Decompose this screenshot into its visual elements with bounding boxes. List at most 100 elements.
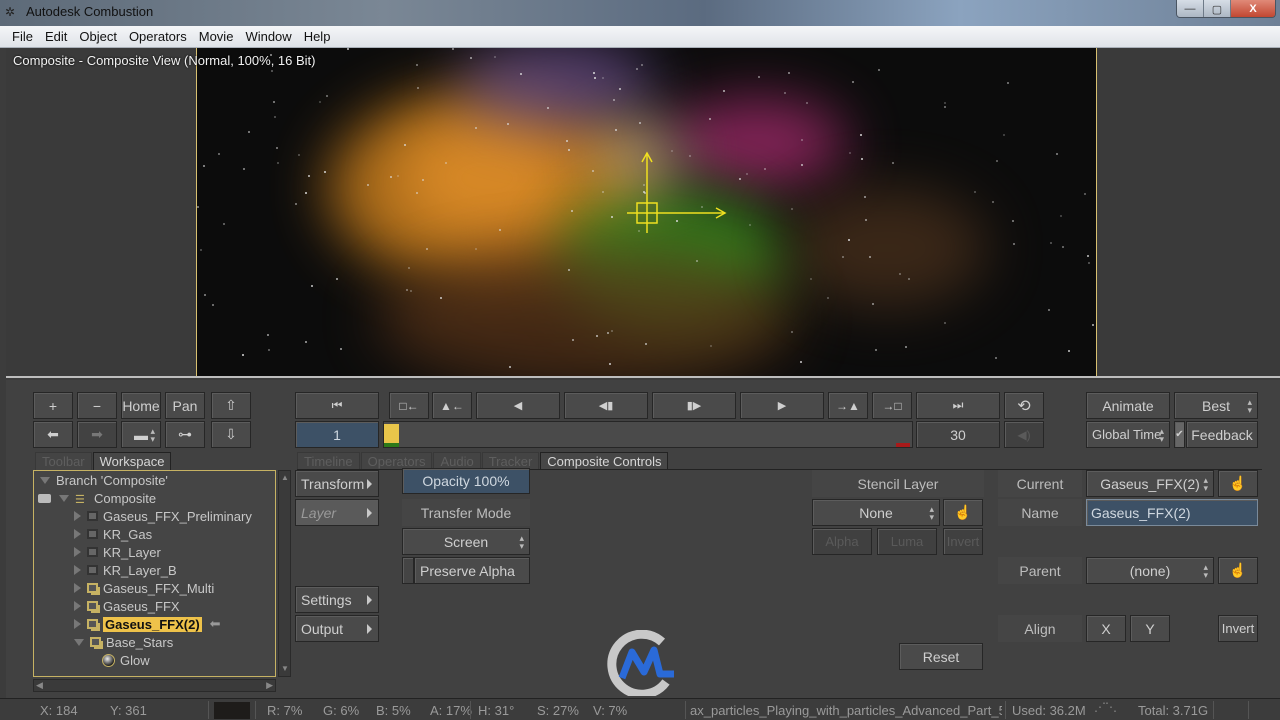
play-backward-button[interactable]: ◀ (476, 392, 560, 419)
go-to-start-button[interactable]: ⏮ (295, 392, 379, 419)
current-layer-dropdown[interactable]: Gaseus_FFX(2) ▴ ▾ (1086, 470, 1214, 497)
feedback-button[interactable]: Feedback (1186, 421, 1258, 448)
prev-keyframe-button[interactable]: ▲← (432, 392, 472, 419)
scroll-up-icon[interactable]: ▲ (281, 473, 289, 482)
tree-row-glow[interactable]: Glow (102, 651, 150, 669)
category-settings[interactable]: Settings (295, 586, 379, 613)
menu-file[interactable]: File (6, 26, 39, 47)
luma-button[interactable]: Luma (877, 528, 937, 555)
go-to-end-button[interactable]: ⏭ (916, 392, 1000, 419)
align-y-button[interactable]: Y (1130, 615, 1170, 642)
loop-button[interactable]: ⟲ (1004, 392, 1044, 419)
alpha-button[interactable]: Alpha (812, 528, 872, 555)
parent-dropdown[interactable]: (none) ▴ ▾ (1086, 557, 1214, 584)
expand-icon[interactable] (40, 476, 50, 484)
menu-help[interactable]: Help (298, 26, 337, 47)
playhead[interactable] (384, 424, 399, 443)
parent-pick-button[interactable]: ☝ (1218, 557, 1258, 584)
back-button[interactable]: ⬅ (33, 421, 73, 448)
stencil-invert-button[interactable]: Invert (943, 528, 983, 555)
home-button[interactable]: Home (121, 392, 161, 419)
quality-dropdown[interactable]: Best ▴ ▾ (1174, 392, 1258, 419)
tab-toolbar[interactable]: Toolbar (35, 452, 92, 470)
expand-icon[interactable] (74, 529, 81, 539)
minimize-button[interactable]: — (1177, 0, 1204, 17)
category-layer[interactable]: Layer (295, 499, 379, 526)
next-keyframe-out-button[interactable]: →□ (872, 392, 912, 419)
close-button[interactable]: X (1231, 0, 1275, 17)
pan-button[interactable]: Pan (165, 392, 205, 419)
layer-name-input[interactable]: Gaseus_FFX(2) (1086, 499, 1258, 526)
expand-icon[interactable] (74, 547, 81, 557)
preserve-alpha-button[interactable]: Preserve Alpha (414, 557, 530, 584)
transform-gizmo[interactable] (617, 148, 727, 238)
transfer-mode-dropdown[interactable]: Screen ▴ ▾ (402, 528, 530, 555)
tab-composite-controls[interactable]: Composite Controls (540, 452, 669, 470)
scroll-right-icon[interactable]: ▶ (266, 680, 273, 691)
expand-icon[interactable] (74, 511, 81, 521)
current-frame-field[interactable]: 1 (295, 421, 379, 448)
schematic-button[interactable]: ⊶ (165, 421, 205, 448)
preserve-alpha-checkbox[interactable] (402, 557, 414, 584)
animate-button[interactable]: Animate (1086, 392, 1170, 419)
tree-row-selected[interactable]: Gaseus_FFX(2) ⬅ (74, 615, 221, 633)
step-back-button[interactable]: ◀▮ (564, 392, 648, 419)
menu-bar: File Edit Object Operators Movie Window … (0, 26, 1280, 48)
scroll-left-icon[interactable]: ◀ (36, 680, 43, 691)
current-pick-button[interactable]: ☝ (1218, 470, 1258, 497)
expand-icon[interactable] (74, 601, 81, 611)
audio-button[interactable]: ◀) (1004, 421, 1044, 448)
scroll-down-icon[interactable]: ▼ (281, 664, 289, 673)
tree-row[interactable]: KR_Gas (74, 525, 152, 543)
zoom-in-button[interactable]: + (33, 392, 73, 419)
time-mode-dropdown[interactable]: Global Time ▴ ▾ (1086, 421, 1170, 448)
tree-row[interactable]: KR_Layer_B (74, 561, 177, 579)
menu-movie[interactable]: Movie (193, 26, 240, 47)
expand-icon[interactable] (74, 565, 81, 575)
align-x-button[interactable]: X (1086, 615, 1126, 642)
down-button[interactable]: ⇩ (211, 421, 251, 448)
expand-icon[interactable] (59, 494, 69, 502)
tree-row[interactable]: KR_Layer (74, 543, 161, 561)
expand-icon[interactable] (74, 583, 81, 593)
tree-vertical-scrollbar[interactable]: ▲ ▼ (278, 470, 291, 677)
tree-row[interactable]: Gaseus_FFX_Preliminary (74, 507, 252, 525)
tree-row[interactable]: Base_Stars (74, 633, 173, 651)
step-forward-button[interactable]: ▮▶ (652, 392, 736, 419)
maximize-button[interactable]: ▢ (1204, 0, 1231, 17)
menu-object[interactable]: Object (73, 26, 123, 47)
menu-edit[interactable]: Edit (39, 26, 73, 47)
tree-branch-row[interactable]: Branch 'Composite' (40, 471, 168, 489)
category-transform[interactable]: Transform (295, 470, 379, 497)
opacity-slider[interactable]: Opacity 100% (402, 468, 530, 494)
menu-window[interactable]: Window (239, 26, 297, 47)
tree-row[interactable]: Gaseus_FFX_Multi (74, 579, 214, 597)
menu-operators[interactable]: Operators (123, 26, 193, 47)
viewer-canvas[interactable] (196, 48, 1097, 376)
expand-icon[interactable] (74, 638, 84, 646)
play-icon: ▶ (777, 400, 787, 412)
tree-row-composite[interactable]: ☰ Composite (38, 489, 156, 507)
align-invert-button[interactable]: Invert (1218, 615, 1258, 642)
view-select-dropdown[interactable]: ▬ ▴ ▾ (121, 421, 161, 448)
next-keyframe-button[interactable]: →▲ (828, 392, 868, 419)
play-button[interactable]: ▶ (740, 392, 824, 419)
visibility-toggle[interactable] (38, 493, 51, 503)
reset-button[interactable]: Reset (899, 643, 983, 670)
end-frame-field[interactable]: 30 (916, 421, 1000, 448)
category-output[interactable]: Output (295, 615, 379, 642)
expand-icon[interactable] (74, 619, 81, 629)
prev-keyframe-in-button[interactable]: □← (389, 392, 429, 419)
stencil-pick-button[interactable]: ☝ (943, 499, 983, 526)
stencil-layer-dropdown[interactable]: None ▴ ▾ (812, 499, 940, 526)
tree-horizontal-scrollbar[interactable]: ◀ ▶ (33, 679, 276, 692)
tree-row[interactable]: Gaseus_FFX (74, 597, 180, 615)
tab-timeline[interactable]: Timeline (297, 452, 360, 470)
workspace-tree[interactable]: Branch 'Composite' ☰ Composite Gaseus_FFX… (33, 470, 276, 677)
up-button[interactable]: ⇧ (211, 392, 251, 419)
tab-workspace[interactable]: Workspace (92, 452, 172, 470)
feedback-checkbox[interactable]: ✔ (1174, 421, 1185, 448)
zoom-out-button[interactable]: − (77, 392, 117, 419)
timeline-scrubber[interactable] (383, 421, 913, 448)
forward-button[interactable]: ➡ (77, 421, 117, 448)
